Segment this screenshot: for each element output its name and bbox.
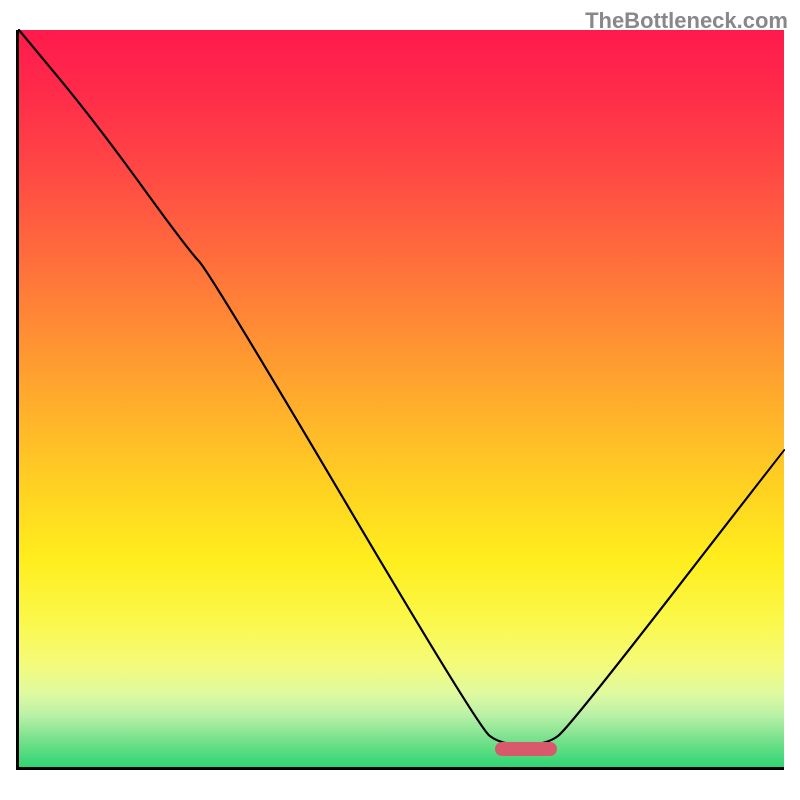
curve-svg [19,30,784,767]
optimal-range-marker [495,742,556,756]
bottleneck-curve [19,30,784,745]
watermark-text: TheBottleneck.com [585,8,788,34]
plot-area [16,30,784,770]
